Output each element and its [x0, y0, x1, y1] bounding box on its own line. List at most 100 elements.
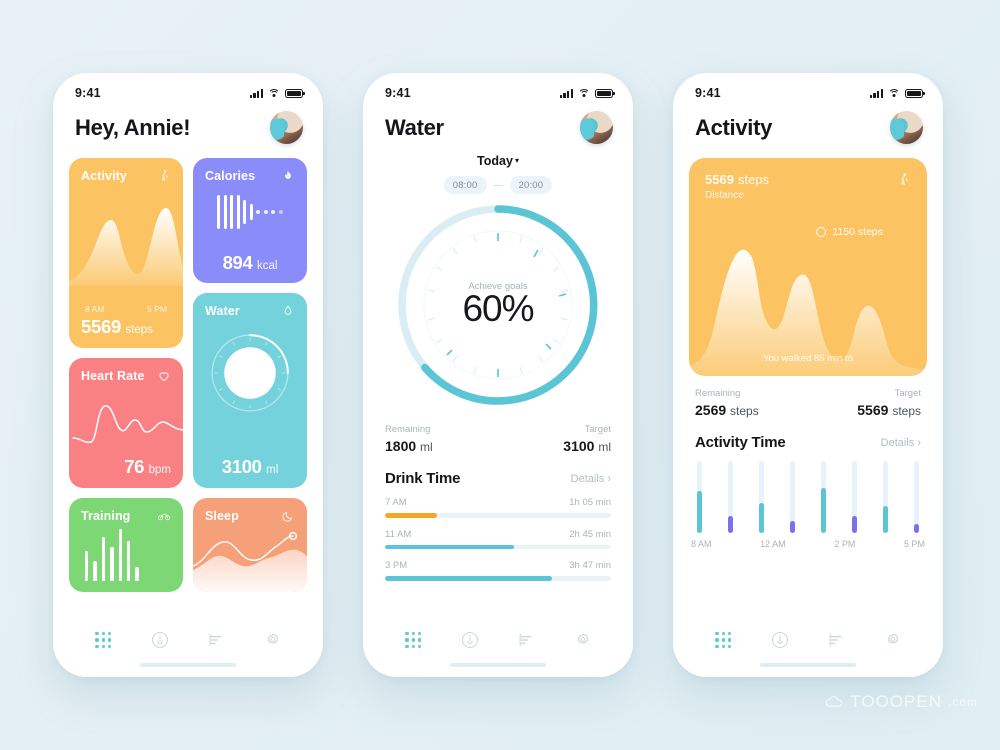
- tile-column-left: Activity 8 AM 5 PM 5569 steps Heart Rate…: [69, 158, 183, 592]
- status-bar: 9:41: [53, 73, 323, 107]
- tab-bar: [53, 615, 323, 677]
- tab-profile[interactable]: [147, 627, 173, 653]
- page-title: Activity: [695, 114, 773, 140]
- drink-item-duration: 1h 05 min: [569, 497, 611, 508]
- status-bar: 9:41: [673, 73, 943, 107]
- gear-icon: [267, 633, 278, 644]
- status-bar: 9:41: [363, 73, 633, 107]
- avatar[interactable]: [580, 111, 613, 144]
- status-clock: 9:41: [385, 86, 411, 100]
- water-ring-gauge: [207, 330, 293, 416]
- tab-stats[interactable]: [513, 627, 539, 653]
- water-stats: Remaining 1800 ml Target 3100 ml: [363, 412, 633, 454]
- activity-summary-card[interactable]: 5569 steps Distance 1150 steps You walke…: [689, 158, 927, 376]
- drink-item-duration: 3h 47 min: [569, 560, 611, 571]
- water-header: Water: [363, 107, 633, 144]
- axis-tick-label: 2 PM: [834, 539, 856, 549]
- tile-training[interactable]: Training: [69, 498, 183, 592]
- activity-target: Target 5569 steps: [857, 388, 921, 418]
- activity-remaining-label: Remaining: [695, 388, 741, 399]
- activity-remaining-value: 2569 steps: [695, 402, 759, 418]
- wifi-icon: [888, 88, 900, 98]
- drink-item-track: [385, 544, 611, 549]
- fire-flame-icon: [285, 170, 291, 179]
- drink-item-meta: 3 PM 3h 47 min: [385, 560, 611, 571]
- tile-water-title: Water: [205, 304, 240, 318]
- gear-icon: [577, 633, 588, 644]
- tab-profile[interactable]: [767, 627, 793, 653]
- tile-water-unit: ml: [266, 464, 279, 476]
- tile-training-header: Training: [81, 509, 171, 523]
- tab-settings[interactable]: [260, 627, 286, 653]
- tab-list: [53, 615, 323, 653]
- training-bar-chart: [81, 529, 171, 581]
- status-icons: [869, 88, 925, 98]
- tile-sleep[interactable]: Sleep: [193, 498, 307, 592]
- tab-settings[interactable]: [880, 627, 906, 653]
- tile-water[interactable]: Water 3100 ml: [193, 293, 307, 488]
- wifi-icon: [268, 88, 280, 98]
- heart-rate-sparkline: [72, 405, 183, 444]
- chart-bar[interactable]: [727, 461, 734, 533]
- tab-dashboard[interactable]: [90, 627, 116, 653]
- drink-item-duration: 2h 45 min: [569, 528, 611, 540]
- chart-bar[interactable]: [789, 461, 796, 533]
- tile-calories-value: 894: [222, 252, 253, 273]
- tile-heart-rate[interactable]: Heart Rate 76 bpm: [69, 358, 183, 488]
- activity-time-details-link[interactable]: Details ›: [881, 437, 921, 449]
- chart-bar[interactable]: [758, 461, 765, 533]
- tile-sleep-title: Sleep: [205, 509, 239, 523]
- battery-icon: [285, 88, 305, 98]
- tab-dashboard[interactable]: [710, 627, 736, 653]
- list-item[interactable]: 7 AM 1h 05 min: [385, 497, 611, 518]
- date-selector[interactable]: Today ▾: [363, 152, 633, 170]
- time-range-dash: [493, 184, 503, 186]
- avatar[interactable]: [270, 111, 303, 144]
- list-item[interactable]: 3 PM 3h 47 min: [385, 560, 611, 581]
- tile-heart-rate-title: Heart Rate: [81, 369, 145, 383]
- list-item[interactable]: 11 AM 2h 45 min: [385, 528, 611, 549]
- time-from-pill[interactable]: 08:00: [443, 176, 487, 194]
- avatar[interactable]: [890, 111, 923, 144]
- watermark: TOOOPEN .com: [824, 692, 978, 712]
- time-to-pill[interactable]: 20:00: [509, 176, 553, 194]
- gauge-percent: 60%: [462, 287, 534, 329]
- chart-bar[interactable]: [913, 461, 919, 533]
- chart-bar[interactable]: [697, 461, 703, 533]
- page-title: Water: [385, 114, 444, 140]
- drink-item-track: [385, 576, 611, 581]
- status-icons: [249, 88, 305, 98]
- chart-bar[interactable]: [851, 461, 858, 533]
- tab-settings[interactable]: [570, 627, 596, 653]
- drink-item-time: 3 PM: [385, 560, 408, 571]
- tile-activity-header: Activity: [81, 169, 171, 183]
- tile-heart-rate-unit: bpm: [148, 464, 171, 476]
- axis-tick-label: 12 AM: [760, 539, 786, 549]
- status-clock: 9:41: [695, 86, 721, 100]
- bar-chart-icon: [209, 633, 222, 647]
- signal-bars-icon: [869, 88, 883, 98]
- home-indicator: [450, 663, 546, 667]
- activity-card-footer: You walked 85 min to: [763, 353, 853, 364]
- screenshot-stage: 9:41 Hey, Annie! Activity 8 AM 5 PM 5569…: [0, 0, 1000, 750]
- drink-time-details-link[interactable]: Details ›: [571, 473, 611, 485]
- walking-person-icon: [901, 173, 908, 185]
- tab-dashboard[interactable]: [400, 627, 426, 653]
- calories-waveform: [205, 195, 295, 229]
- tab-stats[interactable]: [823, 627, 849, 653]
- water-drop-icon: [284, 305, 292, 315]
- water-remaining-value: 1800 ml: [385, 438, 433, 454]
- grid-dots-icon: [95, 631, 112, 649]
- activity-stats: Remaining 2569 steps Target 5569 steps: [673, 376, 943, 418]
- tile-activity[interactable]: Activity 8 AM 5 PM 5569 steps: [69, 158, 183, 348]
- tile-calories[interactable]: Calories 894 kcal: [193, 158, 307, 283]
- tab-profile[interactable]: [457, 627, 483, 653]
- tile-column-right: Calories 894 kcal Water 3100 ml Sleep: [193, 158, 307, 592]
- tab-stats[interactable]: [203, 627, 229, 653]
- home-indicator: [760, 663, 856, 667]
- water-target-label: Target: [584, 424, 611, 435]
- phone-screen-water: 9:41 Water Today ▾ 08:00 20:00 Achieve g…: [363, 73, 633, 677]
- chart-bar[interactable]: [820, 461, 827, 533]
- chart-bar[interactable]: [882, 461, 889, 533]
- drink-item-time: 7 AM: [385, 497, 407, 508]
